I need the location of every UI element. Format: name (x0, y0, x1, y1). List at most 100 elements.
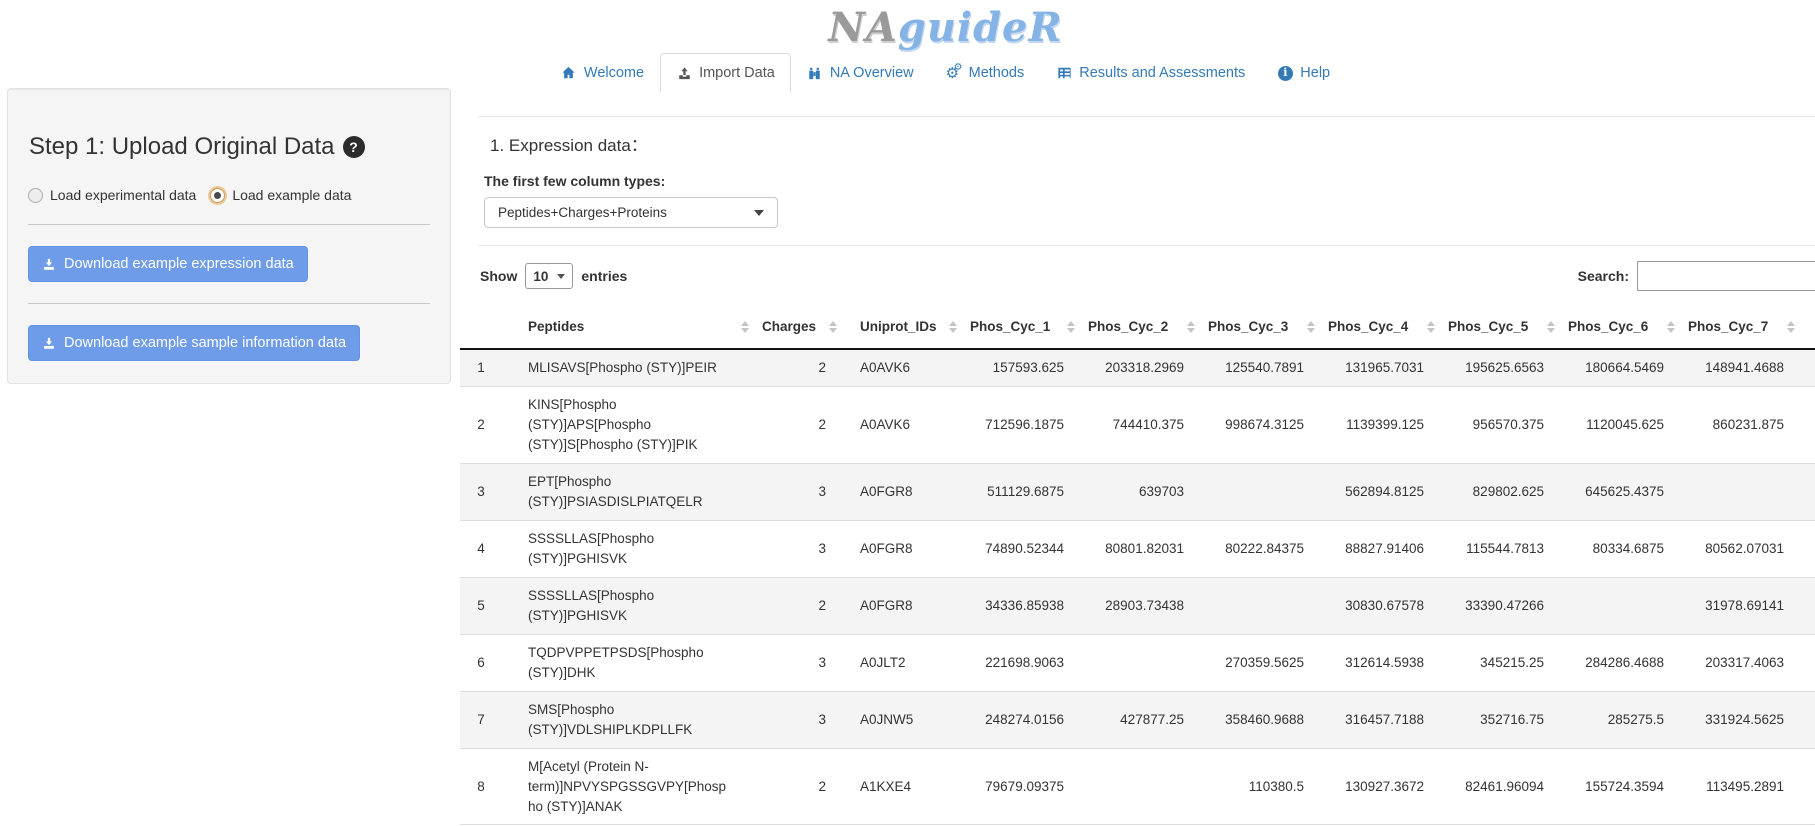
sort-icon (829, 321, 837, 333)
tab-label: Results and Assessments (1079, 64, 1245, 82)
radio-load-example-data[interactable]: Load example data (210, 187, 351, 203)
divider (478, 245, 1815, 246)
download-expression-data-button[interactable]: Download example expression data (28, 246, 308, 282)
column-header-label: Phos_Cyc_1 (970, 319, 1050, 334)
expression-table: Peptides ChargesUniprot_IDs Phos_Cyc_1 Phos… (460, 305, 1815, 825)
row-number-cell: 2 (460, 386, 502, 463)
table-cell: 744410.375 (1078, 386, 1198, 463)
row-number-cell: 7 (460, 691, 502, 748)
table-cell: 312614.5938 (1318, 634, 1438, 691)
search-control: Search: (1578, 261, 1815, 291)
table-cell: A0JLT2 (840, 634, 960, 691)
table-cell: 511129.6875 (960, 463, 1078, 520)
table-cell: 115544.7813 (1438, 520, 1558, 577)
tab-label: Help (1300, 64, 1330, 82)
table-cell (1198, 577, 1318, 634)
table-cell: 82461.96094 (1438, 748, 1558, 825)
table-cell: A1KXE4 (840, 748, 960, 825)
column-header-rownum (460, 305, 502, 349)
row-number-cell: 8 (460, 748, 502, 825)
download-sample-information-button[interactable]: Download example sample information data (28, 325, 360, 361)
divider (478, 116, 1815, 117)
table-cell: A0AVK6 (840, 386, 960, 463)
tab-na-overview[interactable]: NA Overview (791, 53, 930, 93)
table-cell: A0FGR8 (840, 463, 960, 520)
table-cell: 998674.3125 (1198, 386, 1318, 463)
row-number-cell: 1 (460, 349, 502, 386)
tab-welcome[interactable]: Welcome (545, 53, 660, 93)
table-cell: SSSSLLAS[Phospho (STY)]PGHISVK (502, 577, 752, 634)
table-cell: 562894.8125 (1318, 463, 1438, 520)
home-icon (561, 66, 577, 81)
table-cell (1798, 463, 1815, 520)
table-controls: Show 10 entries Search: (480, 261, 1815, 291)
table-row: 2KINS[Phospho (STY)]APS[Phospho (STY)]S[… (460, 386, 1815, 463)
logo-part-na: NA (828, 4, 898, 51)
column-header-phos-cyc-3[interactable]: Phos_Cyc_3 (1198, 305, 1318, 349)
caret-down-icon (557, 274, 565, 279)
logo-part-guider: guideR (898, 4, 1063, 51)
table-row: 8M[Acetyl (Protein N-term)]NPVYSPGSSGVPY… (460, 748, 1815, 825)
table-cell: 131965.7031 (1318, 349, 1438, 386)
column-header-phos-cyc-2[interactable]: Phos_Cyc_2 (1078, 305, 1198, 349)
table-cell: 157593.625 (960, 349, 1078, 386)
import-data-panel: 1. Expression data： The first few column… (460, 88, 1815, 825)
column-header-rownum (1798, 305, 1815, 349)
question-circle-icon[interactable] (343, 136, 365, 158)
tab-help[interactable]: Help (1261, 53, 1346, 93)
tab-import-data[interactable]: Import Data (660, 53, 791, 93)
tab-methods[interactable]: ⚙⚙Methods (930, 53, 1041, 93)
column-header-uniprot-ids[interactable]: Uniprot_IDs (840, 305, 960, 349)
show-label: Show (480, 268, 517, 284)
table-row: 4SSSSLLAS[Phospho (STY)]PGHISVK3A0FGR874… (460, 520, 1815, 577)
column-header-phos-cyc-4[interactable]: Phos_Cyc_4 (1318, 305, 1438, 349)
sort-icon (1547, 321, 1555, 333)
table-cell: 74890.52344 (960, 520, 1078, 577)
column-header-peptides[interactable]: Peptides (502, 305, 752, 349)
table-cell: 956570.375 (1438, 386, 1558, 463)
table-cell: 860231.875 (1678, 386, 1798, 463)
sort-icon (1187, 321, 1195, 333)
table-cell: 180664.5469 (1558, 349, 1678, 386)
tab-results-and-assessments[interactable]: Results and Assessments (1040, 53, 1261, 93)
column-types-value: Peptides+Charges+Proteins (498, 205, 667, 220)
column-header-charges[interactable]: Charges (752, 305, 840, 349)
radio-load-experimental-data[interactable]: Load experimental data (28, 187, 196, 203)
page-length-select[interactable]: 10 (525, 263, 573, 289)
table-cell: M[Acetyl (Protein N-term)]NPVYSPGSSGVPY[… (502, 748, 752, 825)
table-cell: SSSSLLAS[Phospho (STY)]PGHISVK (502, 520, 752, 577)
table-row: 3EPT[Phospho (STY)]PSIASDISLPIATQELR3A0F… (460, 463, 1815, 520)
table-cell (1678, 463, 1798, 520)
column-types-dropdown[interactable]: Peptides+Charges+Proteins (484, 197, 778, 228)
download-icon (42, 258, 56, 271)
table-cell: 88827.91406 (1318, 520, 1438, 577)
table-row: 7SMS[Phospho (STY)]VDLSHIPLKDPLLFK3A0JNW… (460, 691, 1815, 748)
radio-label: Load example data (232, 187, 351, 203)
column-header-phos-cyc-5[interactable]: Phos_Cyc_5 (1438, 305, 1558, 349)
table-cell (1798, 349, 1815, 386)
column-header-label: Phos_Cyc_5 (1448, 319, 1528, 334)
table-cell (1798, 386, 1815, 463)
table-cell: 110380.5 (1198, 748, 1318, 825)
search-input[interactable] (1637, 261, 1815, 291)
table-cell: KINS[Phospho (STY)]APS[Phospho (STY)]S[P… (502, 386, 752, 463)
column-header-label: Peptides (528, 319, 584, 334)
table-cell: 829802.625 (1438, 463, 1558, 520)
column-header-phos-cyc-1[interactable]: Phos_Cyc_1 (960, 305, 1078, 349)
table-cell: A0FGR8 (840, 520, 960, 577)
sort-icon (949, 321, 957, 333)
panel-title: Step 1: Upload Original Data (29, 133, 430, 161)
column-header-phos-cyc-6[interactable]: Phos_Cyc_6 (1558, 305, 1678, 349)
divider (28, 224, 430, 225)
column-header-phos-cyc-7[interactable]: Phos_Cyc_7 (1678, 305, 1798, 349)
column-header-label: Phos_Cyc_3 (1208, 319, 1288, 334)
row-number-cell: 4 (460, 520, 502, 577)
upload-icon (676, 66, 692, 81)
tab-label: Methods (969, 64, 1025, 82)
table-cell (1798, 520, 1815, 577)
table-cell: 203318.2969 (1078, 349, 1198, 386)
table-cell: 203317.4063 (1678, 634, 1798, 691)
table-cell: 3 (752, 463, 840, 520)
table-cell (1798, 634, 1815, 691)
tab-label: Welcome (584, 64, 644, 82)
